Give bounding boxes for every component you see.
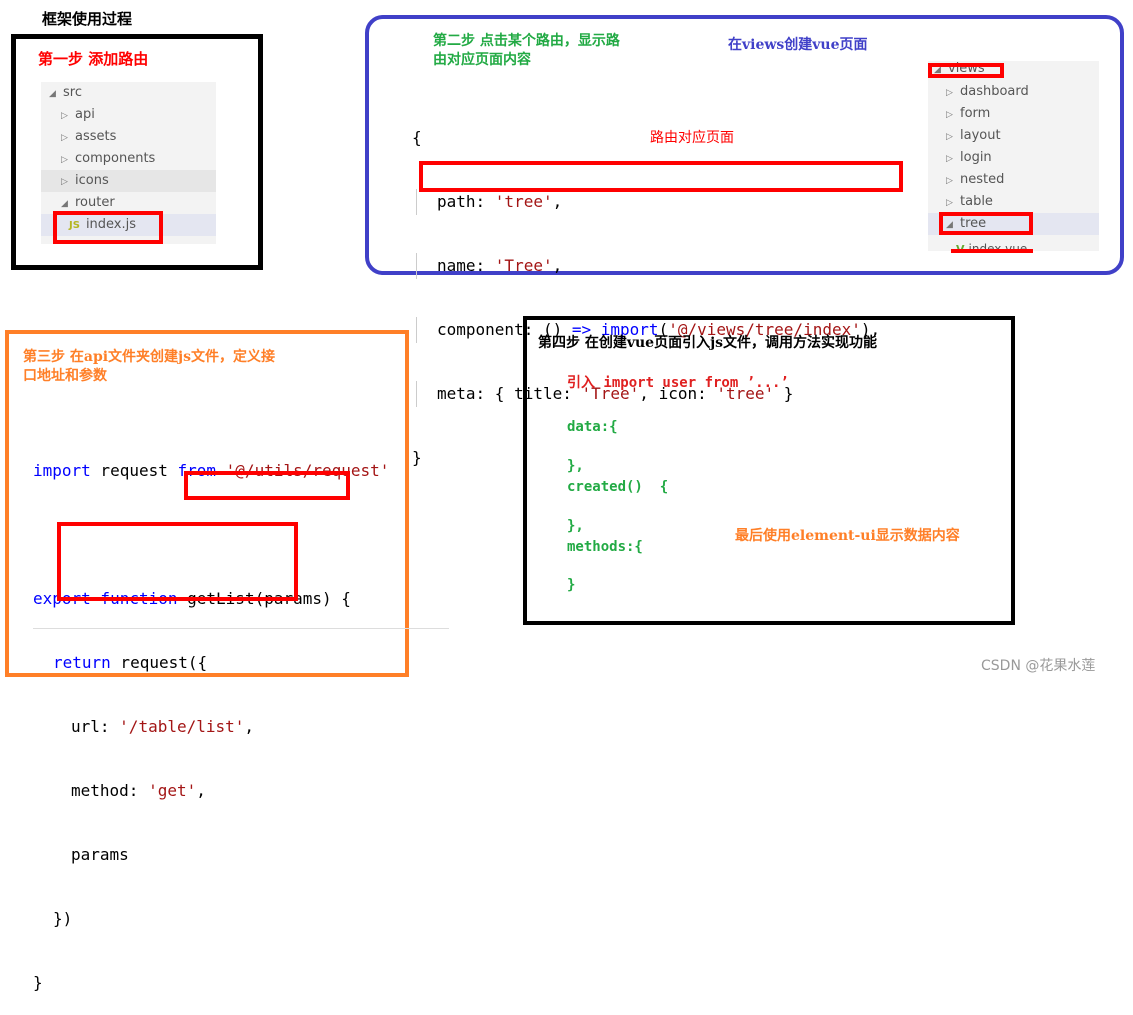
code-token: } bbox=[33, 973, 43, 992]
code-token: }) bbox=[53, 909, 73, 928]
heading-line: 第三步 在api文件夹创建js文件，定义接 bbox=[23, 349, 275, 365]
code-token: request bbox=[90, 461, 178, 480]
code-token: return bbox=[53, 653, 111, 672]
code-line: }, bbox=[567, 458, 584, 474]
code-line: { bbox=[412, 128, 422, 147]
tree-item-assets[interactable]: ▷ assets bbox=[41, 126, 216, 148]
code-line: path: 'tree', bbox=[416, 189, 880, 215]
highlight-box bbox=[57, 522, 298, 601]
tree-label: form bbox=[960, 106, 991, 121]
final-note: 最后使用element-ui显示数据内容 bbox=[735, 528, 960, 544]
watermark: CSDN @花果水莲 bbox=[981, 658, 1096, 674]
tree-label: assets bbox=[75, 129, 117, 144]
code-line: }, bbox=[567, 518, 584, 534]
code-token: import bbox=[33, 461, 91, 480]
highlight-box bbox=[53, 211, 163, 244]
tree-item-icons[interactable]: ▷ icons bbox=[41, 170, 216, 192]
code-token: path: bbox=[437, 192, 495, 211]
tree-item-form[interactable]: ▷ form bbox=[928, 103, 1099, 125]
import-line: 引入 import user from ’...’ bbox=[567, 375, 789, 391]
step1-heading: 第一步 添加路由 bbox=[38, 50, 149, 68]
heading-line: 口地址和参数 bbox=[23, 368, 107, 384]
step3-heading: 第三步 在api文件夹创建js文件，定义接 口地址和参数 bbox=[23, 348, 275, 386]
tree-item-table[interactable]: ▷ table bbox=[928, 191, 1099, 213]
collapsed-icon: ▷ bbox=[61, 155, 68, 165]
code-line: created() { bbox=[567, 479, 669, 495]
tree-label: login bbox=[960, 150, 992, 165]
collapsed-icon: ▷ bbox=[946, 88, 953, 98]
tree-label: src bbox=[63, 85, 82, 100]
collapsed-icon: ▷ bbox=[61, 177, 68, 187]
collapsed-icon: ▷ bbox=[946, 176, 953, 186]
step4-panel bbox=[523, 316, 1015, 625]
code-token: request({ bbox=[110, 653, 208, 672]
page-title: 框架使用过程 bbox=[42, 10, 133, 28]
code-token: 'get' bbox=[148, 781, 197, 800]
code-line: } bbox=[567, 577, 576, 593]
code-token: { bbox=[331, 589, 351, 608]
tree-item-dashboard[interactable]: ▷ dashboard bbox=[928, 81, 1099, 103]
highlight-box bbox=[928, 63, 1004, 78]
collapsed-icon: ▷ bbox=[61, 133, 68, 143]
code-token: , bbox=[552, 256, 563, 275]
tree-label: table bbox=[960, 194, 993, 209]
api-code: import request from '@/utils/request' ex… bbox=[33, 420, 389, 1015]
code-line: methods:{ bbox=[567, 539, 643, 555]
code-token: url: bbox=[71, 717, 120, 736]
views-note: 在views创建vue页面 bbox=[728, 37, 868, 53]
code-token: '/table/list' bbox=[119, 717, 245, 736]
code-token: name: bbox=[437, 256, 495, 275]
tree-label: nested bbox=[960, 172, 1005, 187]
highlight-underline bbox=[951, 249, 1033, 253]
tree-label: layout bbox=[960, 128, 1001, 143]
expanded-icon: ◢ bbox=[49, 89, 56, 99]
code-line: name: 'Tree', bbox=[416, 253, 880, 279]
step4-heading: 第四步 在创建vue页面引入js文件，调用方法实现功能 bbox=[538, 335, 878, 351]
collapsed-icon: ▷ bbox=[946, 154, 953, 164]
editor-line-divider bbox=[33, 628, 449, 629]
code-token: , bbox=[552, 192, 563, 211]
collapsed-icon: ▷ bbox=[946, 132, 953, 142]
highlight-box bbox=[939, 212, 1033, 235]
tree-label: dashboard bbox=[960, 84, 1029, 99]
step2-heading: 第二步 点击某个路由，显示路 由对应页面内容 bbox=[433, 32, 620, 70]
highlight-box bbox=[184, 471, 350, 500]
tree-item-layout[interactable]: ▷ layout bbox=[928, 125, 1099, 147]
code-token: method: bbox=[71, 781, 149, 800]
tree-label: router bbox=[75, 195, 115, 210]
tree-item-api[interactable]: ▷ api bbox=[41, 104, 216, 126]
tree-item-login[interactable]: ▷ login bbox=[928, 147, 1099, 169]
code-token: 'Tree' bbox=[494, 256, 553, 275]
tree-label: components bbox=[75, 151, 156, 166]
collapsed-icon: ▷ bbox=[946, 110, 953, 120]
code-token: 'tree' bbox=[494, 192, 553, 211]
code-line: data:{ bbox=[567, 419, 618, 435]
tree-label: icons bbox=[75, 173, 109, 188]
heading-line: 第二步 点击某个路由，显示路 bbox=[433, 33, 620, 49]
heading-line: 由对应页面内容 bbox=[433, 52, 531, 68]
highlight-box bbox=[419, 161, 903, 192]
tree-item-src[interactable]: ◢ src bbox=[41, 82, 216, 104]
collapsed-icon: ▷ bbox=[61, 111, 68, 121]
tree-item-nested[interactable]: ▷ nested bbox=[928, 169, 1099, 191]
code-token: params bbox=[71, 845, 129, 864]
tree-item-components[interactable]: ▷ components bbox=[41, 148, 216, 170]
collapsed-icon: ▷ bbox=[946, 198, 953, 208]
tree-label: api bbox=[75, 107, 95, 122]
